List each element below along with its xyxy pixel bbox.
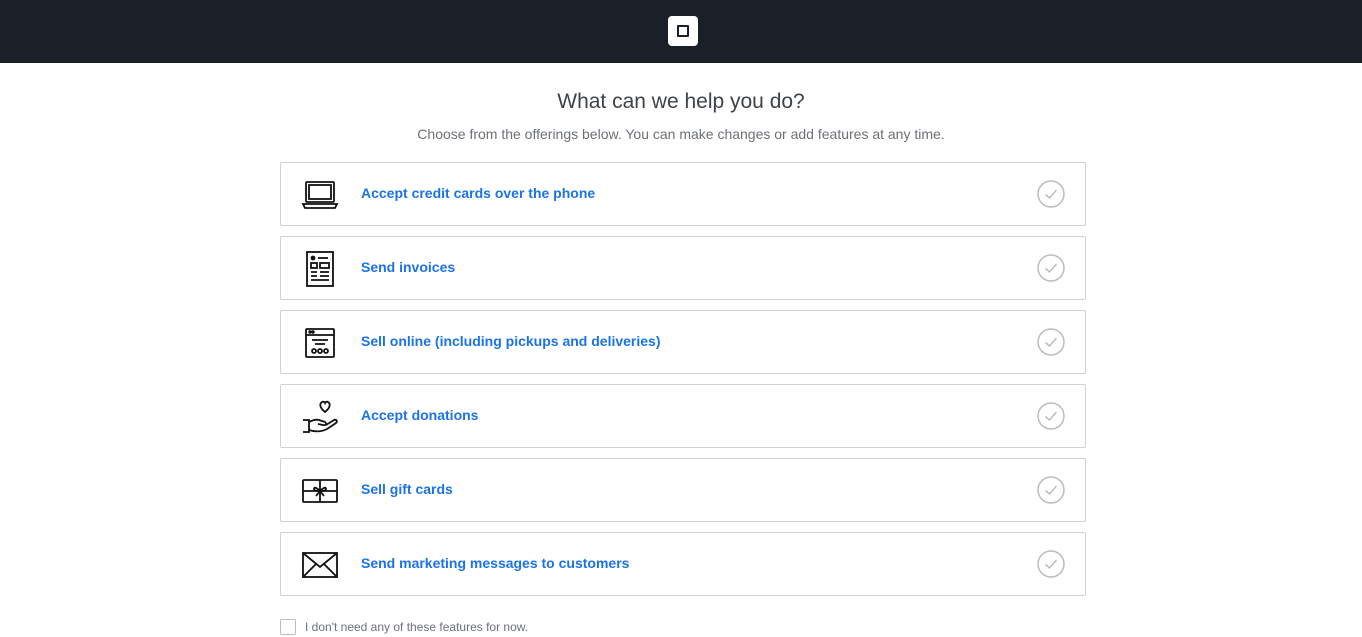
- option-label: Send invoices: [361, 259, 456, 275]
- option-send-marketing-messages[interactable]: Send marketing messages to customers: [280, 532, 1086, 596]
- heart-hand-icon: [301, 398, 339, 436]
- check-circle-icon: [1037, 550, 1065, 578]
- no-features-label: I don't need any of these features for n…: [305, 620, 529, 634]
- no-features-option[interactable]: I don't need any of these features for n…: [280, 617, 528, 637]
- check-circle-icon: [1037, 180, 1065, 208]
- option-send-invoices[interactable]: Send invoices: [280, 236, 1086, 300]
- option-accept-donations[interactable]: Accept donations: [280, 384, 1086, 448]
- options-list: Accept credit cards over the phone Send …: [280, 162, 1086, 606]
- option-label: Accept donations: [361, 407, 479, 423]
- option-accept-credit-cards-over-phone[interactable]: Accept credit cards over the phone: [280, 162, 1086, 226]
- check-circle-icon: [1037, 254, 1065, 282]
- gift-card-icon: [301, 472, 339, 510]
- square-logo-icon[interactable]: [668, 16, 698, 46]
- top-bar: [0, 0, 1362, 63]
- online-store-icon: [301, 324, 339, 362]
- check-circle-icon: [1037, 476, 1065, 504]
- page-subtitle: Choose from the offerings below. You can…: [417, 126, 945, 142]
- no-features-checkbox[interactable]: [280, 619, 296, 635]
- option-label: Sell online (including pickups and deliv…: [361, 333, 661, 349]
- option-sell-gift-cards[interactable]: Sell gift cards: [280, 458, 1086, 522]
- option-label: Accept credit cards over the phone: [361, 185, 596, 201]
- option-label: Send marketing messages to customers: [361, 555, 630, 571]
- laptop-icon: [301, 176, 339, 214]
- envelope-icon: [301, 546, 339, 584]
- option-sell-online[interactable]: Sell online (including pickups and deliv…: [280, 310, 1086, 374]
- option-label: Sell gift cards: [361, 481, 453, 497]
- page-title: What can we help you do?: [557, 90, 805, 113]
- check-circle-icon: [1037, 402, 1065, 430]
- check-circle-icon: [1037, 328, 1065, 356]
- invoice-icon: [301, 250, 339, 288]
